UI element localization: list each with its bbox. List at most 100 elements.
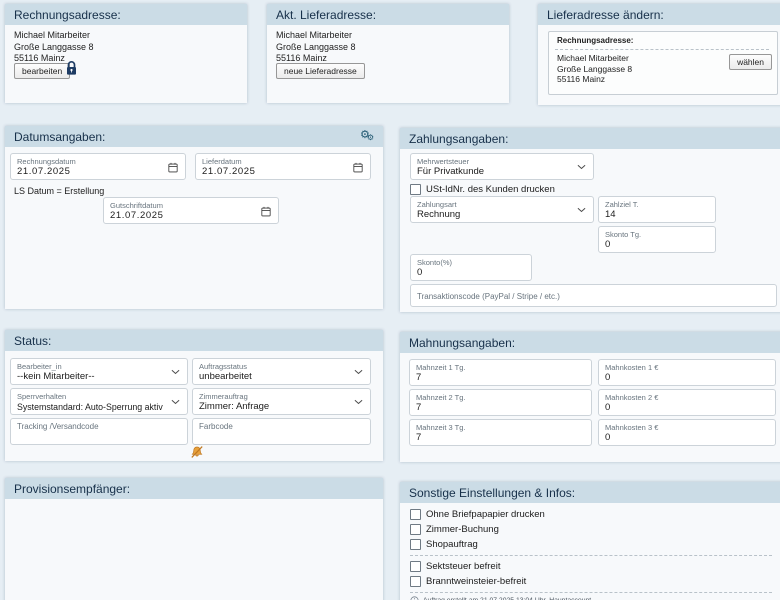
field-value: 0 <box>605 432 769 444</box>
payment-panel: Zahlungsangaben: Mehrwertsteuer Für Priv… <box>400 128 780 312</box>
field-value: 21.07.2025 <box>202 166 364 178</box>
address-line: Große Langgasse 8 <box>557 64 632 75</box>
field-label: Skonto Tg. <box>605 230 709 239</box>
calendar-icon[interactable] <box>353 162 363 173</box>
billing-address-header: Rechnungsadresse: <box>5 4 247 25</box>
field-label: Auftragsstatus <box>199 362 364 371</box>
dunning-cost-3-field[interactable]: Mahnkosten 3 € 0 <box>598 419 776 446</box>
option-card-title: Rechnungsadresse: <box>557 36 633 45</box>
dunning-cost-1-field[interactable]: Mahnkosten 1 € 0 <box>598 359 776 386</box>
chevron-down-icon <box>577 207 586 213</box>
field-value: 0 <box>605 402 769 414</box>
field-label: Rechnungsdatum <box>17 157 179 166</box>
calendar-icon[interactable] <box>261 206 271 217</box>
chevron-down-icon <box>577 164 586 170</box>
dunning-time-3-field[interactable]: Mahnzeit 3 Tg. 7 <box>409 419 592 446</box>
panel-title: Sonstige Einstellungen & Infos: <box>409 486 575 500</box>
color-code-input[interactable]: Farbcode <box>192 418 371 445</box>
address-line: Michael Mitarbeiter <box>557 53 632 64</box>
current-delivery-panel: Akt. Lieferadresse: Michael Mitarbeiter … <box>267 4 509 103</box>
checkbox-icon[interactable] <box>410 576 421 587</box>
delivery-address-text: Michael Mitarbeiter Große Langgasse 8 55… <box>276 30 356 65</box>
address-line: Michael Mitarbeiter <box>276 30 356 42</box>
status-panel: Status: Bearbeiter_in --kein Mitarbeiter… <box>5 330 383 461</box>
invoice-date-field[interactable]: Rechnungsdatum 21.07.2025 <box>10 153 186 180</box>
choose-address-button[interactable]: wählen <box>729 54 772 70</box>
field-label: Skonto(%) <box>417 258 525 267</box>
checkbox-label: Shopauftrag <box>426 539 478 550</box>
panel-title: Status: <box>14 334 51 348</box>
chevron-down-icon <box>171 369 180 375</box>
chevron-down-icon <box>354 399 363 405</box>
field-label: Mahnzeit 2 Tg. <box>416 393 585 402</box>
field-label: Lieferdatum <box>202 157 364 166</box>
checkbox-label: Zimmer-Buchung <box>426 524 499 535</box>
bell-slash-icon[interactable] <box>190 445 204 459</box>
field-value: 7 <box>416 432 585 444</box>
discount-percent-field[interactable]: Skonto(%) 0 <box>410 254 532 281</box>
tracking-code-input[interactable]: Tracking /Versandcode <box>10 418 188 445</box>
field-value: 0 <box>417 267 525 279</box>
dunning-header: Mahnungsangaben: <box>400 332 780 353</box>
dates-panel: Datumsangaben: ⚙⚙ Rechnungsdatum 21.07.2… <box>5 126 383 309</box>
misc-settings-header: Sonstige Einstellungen & Infos: <box>400 482 780 503</box>
panel-title: Akt. Lieferadresse: <box>276 8 376 22</box>
transaction-code-input[interactable]: Transaktionscode (PayPal / Stripe / etc.… <box>410 284 777 307</box>
field-label: Mahnkosten 2 € <box>605 393 769 402</box>
lock-behavior-select[interactable]: Sperrverhalten Systemstandard: Auto-Sper… <box>10 388 188 415</box>
shop-order-checkbox[interactable]: Shopauftrag <box>410 539 478 550</box>
chevron-down-icon <box>354 369 363 375</box>
field-label: Zimmerauftrag <box>199 392 364 401</box>
payment-method-select[interactable]: Zahlungsart Rechnung <box>410 196 594 223</box>
lock-icon[interactable] <box>65 60 78 76</box>
no-letterhead-checkbox[interactable]: Ohne Briefpapapier drucken <box>410 509 545 520</box>
room-booking-checkbox[interactable]: Zimmer-Buchung <box>410 524 499 535</box>
vat-select[interactable]: Mehrwertsteuer Für Privatkunde <box>410 153 594 180</box>
info-icon <box>410 596 419 600</box>
panel-title: Provisionsempfänger: <box>14 482 130 496</box>
field-label: Mahnkosten 1 € <box>605 363 769 372</box>
field-value: Für Privatkunde <box>417 166 587 178</box>
address-line: Michael Mitarbeiter <box>14 30 94 42</box>
checkbox-icon[interactable] <box>410 561 421 572</box>
field-label: Mahnzeit 3 Tg. <box>416 423 585 432</box>
status-header: Status: <box>5 330 383 351</box>
sparkling-wine-tax-checkbox[interactable]: Sektsteuer befreit <box>410 561 500 572</box>
field-label: Bearbeiter_in <box>17 362 181 371</box>
address-line: Große Langgasse 8 <box>14 42 94 54</box>
checkbox-icon[interactable] <box>410 539 421 550</box>
field-value: 7 <box>416 372 585 384</box>
billing-address-text: Michael Mitarbeiter Große Langgasse 8 55… <box>14 30 94 65</box>
new-delivery-address-button[interactable]: neue Lieferadresse <box>276 63 365 79</box>
spirits-tax-checkbox[interactable]: Branntweinsteier-befreit <box>410 576 526 587</box>
input-placeholder: Farbcode <box>199 422 364 431</box>
due-days-field[interactable]: Zahlziel T. 14 <box>598 196 716 223</box>
input-placeholder: Tracking /Versandcode <box>17 422 181 431</box>
field-value: 21.07.2025 <box>110 210 272 222</box>
credit-date-field[interactable]: Gutschriftdatum 21.07.2025 <box>103 197 279 224</box>
field-value: --kein Mitarbeiter-- <box>17 371 181 383</box>
commission-panel: Provisionsempfänger: <box>5 478 383 600</box>
order-status-select[interactable]: Auftragsstatus unbearbeitet <box>192 358 371 385</box>
edit-address-button[interactable]: bearbeiten <box>14 63 70 79</box>
field-label: Gutschriftdatum <box>110 201 272 210</box>
dunning-cost-2-field[interactable]: Mahnkosten 2 € 0 <box>598 389 776 416</box>
vat-id-print-checkbox[interactable]: USt-IdNr. des Kunden drucken <box>410 184 555 195</box>
field-value: 7 <box>416 402 585 414</box>
field-value: unbearbeitet <box>199 371 364 383</box>
checkbox-icon[interactable] <box>410 509 421 520</box>
dunning-time-1-field[interactable]: Mahnzeit 1 Tg. 7 <box>409 359 592 386</box>
input-placeholder: Transaktionscode (PayPal / Stripe / etc.… <box>417 292 560 301</box>
settings-gears-icon[interactable]: ⚙⚙ <box>360 130 374 143</box>
dunning-time-2-field[interactable]: Mahnzeit 2 Tg. 7 <box>409 389 592 416</box>
calendar-icon[interactable] <box>168 162 178 173</box>
checkbox-icon[interactable] <box>410 184 421 195</box>
room-order-select[interactable]: Zimmerauftrag Zimmer: Anfrage <box>192 388 371 415</box>
field-label: Sperrverhalten <box>17 392 181 401</box>
ls-date-note: LS Datum = Erstellung <box>14 186 104 196</box>
order-settings-page: Rechnungsadresse: Michael Mitarbeiter Gr… <box>0 0 780 600</box>
discount-days-field[interactable]: Skonto Tg. 0 <box>598 226 716 253</box>
editor-select[interactable]: Bearbeiter_in --kein Mitarbeiter-- <box>10 358 188 385</box>
checkbox-icon[interactable] <box>410 524 421 535</box>
delivery-date-field[interactable]: Lieferdatum 21.07.2025 <box>195 153 371 180</box>
